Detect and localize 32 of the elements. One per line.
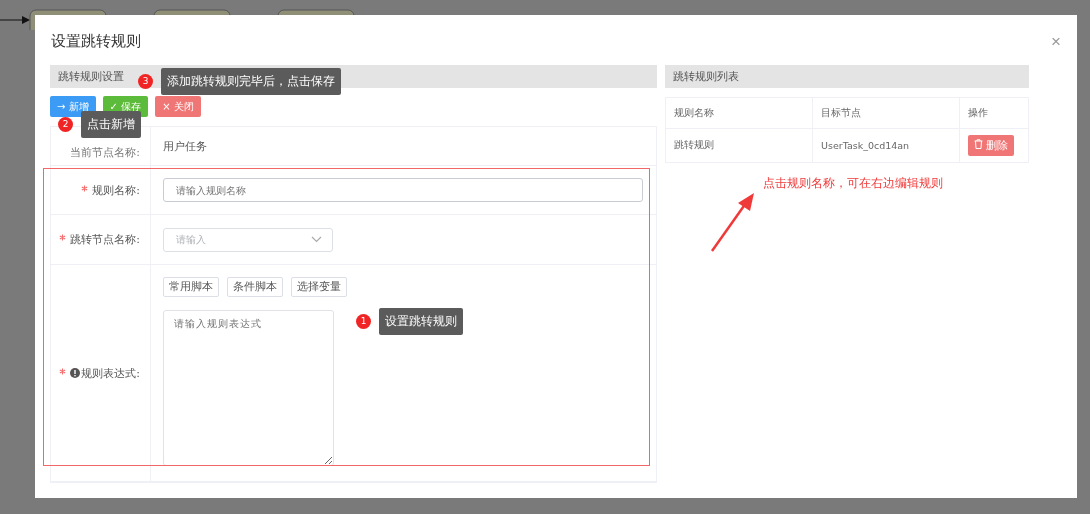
field-label: 规则表达式: bbox=[59, 365, 140, 381]
tooltip: 设置跳转规则 bbox=[379, 308, 463, 335]
arrow-icon bbox=[710, 193, 756, 253]
hint-text: 点击规则名称，可在右边编辑规则 bbox=[763, 176, 944, 191]
field-label: 当前节点名称: bbox=[70, 145, 140, 160]
column-header: 目标节点 bbox=[812, 97, 960, 129]
table-cell: 跳转规则 bbox=[665, 128, 813, 163]
expression-textarea[interactable]: 请输入规则表达式 bbox=[163, 310, 334, 466]
section-header: 跳转规则列表 bbox=[665, 65, 1029, 88]
select-field[interactable]: 请输入 bbox=[163, 227, 333, 252]
field-value: 用户任务 bbox=[163, 138, 207, 154]
delete-button[interactable]: 删除 bbox=[968, 135, 1015, 156]
field-label: 规则名称: bbox=[81, 182, 140, 198]
input-field[interactable]: 请输入规则名称 bbox=[163, 178, 643, 202]
step-number: 2 bbox=[58, 117, 73, 132]
script-button[interactable]: 条件脚本 bbox=[227, 277, 283, 297]
info-icon bbox=[70, 367, 81, 378]
dialog-title: 设置跳转规则 bbox=[51, 31, 141, 51]
tooltip: 点击新增 bbox=[81, 111, 141, 138]
chevron-icon bbox=[311, 236, 322, 243]
toolbar-button[interactable]: → 新增 bbox=[50, 96, 96, 117]
tooltip: 添加跳转规则完毕后，点击保存 bbox=[161, 68, 341, 95]
field-label: 跳转节点名称: bbox=[59, 232, 140, 247]
step-number: 1 bbox=[356, 314, 371, 329]
column-header: 操作 bbox=[959, 97, 1029, 129]
close-button[interactable]: × bbox=[1051, 32, 1061, 50]
column-header: 规则名称 bbox=[665, 97, 813, 129]
script-button[interactable]: 选择变量 bbox=[291, 277, 347, 297]
toolbar-button[interactable]: × 关闭 bbox=[155, 96, 201, 117]
table-cell: UserTask_0cd14an bbox=[812, 128, 960, 163]
script-button[interactable]: 常用脚本 bbox=[163, 277, 219, 297]
trash-icon bbox=[974, 138, 983, 149]
